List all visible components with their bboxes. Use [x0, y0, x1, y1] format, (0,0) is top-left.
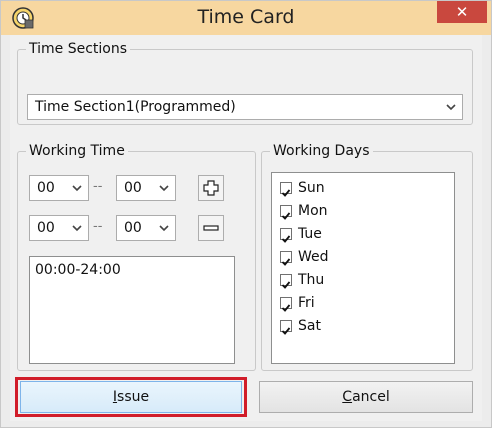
working-time-legend: Working Time	[29, 143, 125, 159]
end-hour-select-2[interactable]: 00	[116, 215, 176, 241]
cancel-mnemonic: C	[342, 389, 353, 405]
checkmark-icon	[281, 327, 291, 335]
sun-label: Sun	[298, 180, 325, 196]
cancel-button[interactable]: Cancel	[259, 381, 473, 413]
day-thu[interactable]: Thu	[280, 269, 324, 291]
range-separator-1: --	[93, 179, 103, 194]
day-sun[interactable]: Sun	[280, 177, 325, 199]
close-button[interactable]: ✕	[437, 1, 487, 23]
day-mon[interactable]: Mon	[280, 200, 328, 222]
tue-checkbox[interactable]	[280, 228, 292, 243]
checkmark-icon	[281, 235, 291, 243]
thu-label: Thu	[298, 272, 325, 288]
start-hour-value-1: 00	[37, 180, 55, 196]
mon-checkbox[interactable]	[280, 205, 292, 220]
tue-label: Tue	[298, 226, 322, 242]
checkmark-icon	[281, 212, 291, 220]
mon-label: Mon	[298, 203, 328, 219]
chevron-down-icon	[159, 185, 169, 192]
remove-time-button[interactable]	[198, 215, 224, 241]
working-days-list: Sun Mon Tue Wed Thu Fri Sat	[271, 172, 455, 364]
day-tue[interactable]: Tue	[280, 223, 322, 245]
end-hour-value-1: 00	[124, 180, 142, 196]
cancel-label-rest: ancel	[352, 389, 390, 405]
time-card-dialog: Time Card ✕ Time Sections Time Section1(…	[0, 0, 492, 428]
window-title: Time Card	[197, 6, 295, 28]
plus-icon	[203, 180, 219, 196]
thu-checkbox[interactable]	[280, 274, 292, 289]
start-hour-value-2: 00	[37, 220, 55, 236]
chevron-down-icon	[446, 104, 456, 111]
chevron-down-icon	[72, 225, 82, 232]
close-icon: ✕	[455, 3, 469, 21]
time-sections-legend: Time Sections	[29, 41, 128, 57]
wed-checkbox[interactable]	[280, 251, 292, 266]
dialog-body: Time Sections Time Section1(Programmed) …	[10, 35, 482, 421]
issue-label-rest: ssue	[117, 389, 150, 405]
checkmark-icon	[281, 281, 291, 289]
list-item[interactable]: 00:00-24:00	[35, 262, 121, 278]
day-wed[interactable]: Wed	[280, 246, 329, 268]
minus-icon	[203, 225, 219, 231]
time-section-value: Time Section1(Programmed)	[35, 99, 236, 115]
sun-checkbox[interactable]	[280, 182, 292, 197]
chevron-down-icon	[72, 185, 82, 192]
title-bar[interactable]: Time Card ✕	[1, 1, 491, 35]
checkmark-icon	[281, 258, 291, 266]
end-hour-value-2: 00	[124, 220, 142, 236]
checkmark-icon	[281, 189, 291, 197]
range-separator-2: --	[93, 219, 103, 234]
end-hour-select-1[interactable]: 00	[116, 175, 176, 201]
fri-label: Fri	[298, 295, 315, 311]
day-sat[interactable]: Sat	[280, 315, 321, 337]
chevron-down-icon	[159, 225, 169, 232]
working-days-legend: Working Days	[273, 143, 370, 159]
time-section-select[interactable]: Time Section1(Programmed)	[27, 94, 463, 120]
start-hour-select-2[interactable]: 00	[29, 215, 89, 241]
issue-button[interactable]: Issue	[20, 381, 242, 413]
start-hour-select-1[interactable]: 00	[29, 175, 89, 201]
add-time-button[interactable]	[198, 175, 224, 201]
fri-checkbox[interactable]	[280, 297, 292, 312]
sat-label: Sat	[298, 318, 321, 334]
checkmark-icon	[281, 304, 291, 312]
day-fri[interactable]: Fri	[280, 292, 315, 314]
sat-checkbox[interactable]	[280, 320, 292, 335]
wed-label: Wed	[298, 249, 329, 265]
time-range-list[interactable]: 00:00-24:00	[29, 256, 235, 364]
